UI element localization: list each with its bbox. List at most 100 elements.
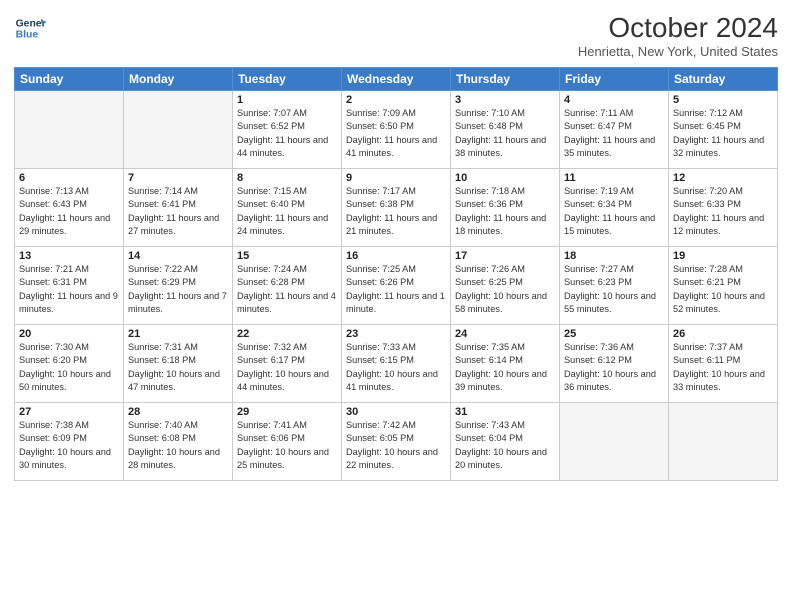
calendar-week-row: 1Sunrise: 7:07 AM Sunset: 6:52 PM Daylig… (15, 91, 778, 169)
day-info: Sunrise: 7:27 AM Sunset: 6:23 PM Dayligh… (564, 263, 664, 316)
day-info: Sunrise: 7:24 AM Sunset: 6:28 PM Dayligh… (237, 263, 337, 316)
calendar-table: SundayMondayTuesdayWednesdayThursdayFrid… (14, 67, 778, 481)
day-info: Sunrise: 7:10 AM Sunset: 6:48 PM Dayligh… (455, 107, 555, 160)
calendar-cell: 6Sunrise: 7:13 AM Sunset: 6:43 PM Daylig… (15, 169, 124, 247)
calendar-cell: 17Sunrise: 7:26 AM Sunset: 6:25 PM Dayli… (451, 247, 560, 325)
title-section: October 2024 Henrietta, New York, United… (578, 12, 778, 59)
day-info: Sunrise: 7:15 AM Sunset: 6:40 PM Dayligh… (237, 185, 337, 238)
day-number: 10 (455, 172, 555, 184)
calendar-cell: 12Sunrise: 7:20 AM Sunset: 6:33 PM Dayli… (669, 169, 778, 247)
day-info: Sunrise: 7:38 AM Sunset: 6:09 PM Dayligh… (19, 419, 119, 472)
day-info: Sunrise: 7:25 AM Sunset: 6:26 PM Dayligh… (346, 263, 446, 316)
location-subtitle: Henrietta, New York, United States (578, 44, 778, 59)
calendar-cell: 19Sunrise: 7:28 AM Sunset: 6:21 PM Dayli… (669, 247, 778, 325)
day-info: Sunrise: 7:17 AM Sunset: 6:38 PM Dayligh… (346, 185, 446, 238)
day-info: Sunrise: 7:21 AM Sunset: 6:31 PM Dayligh… (19, 263, 119, 316)
calendar-day-header: Sunday (15, 68, 124, 91)
day-number: 29 (237, 406, 337, 418)
day-info: Sunrise: 7:30 AM Sunset: 6:20 PM Dayligh… (19, 341, 119, 394)
day-info: Sunrise: 7:09 AM Sunset: 6:50 PM Dayligh… (346, 107, 446, 160)
calendar-week-row: 6Sunrise: 7:13 AM Sunset: 6:43 PM Daylig… (15, 169, 778, 247)
day-number: 19 (673, 250, 773, 262)
day-number: 22 (237, 328, 337, 340)
header: General Blue October 2024 Henrietta, New… (14, 12, 778, 59)
day-number: 9 (346, 172, 446, 184)
day-number: 5 (673, 94, 773, 106)
calendar-day-header: Thursday (451, 68, 560, 91)
day-number: 27 (19, 406, 119, 418)
day-number: 18 (564, 250, 664, 262)
calendar-day-header: Saturday (669, 68, 778, 91)
day-number: 17 (455, 250, 555, 262)
day-number: 15 (237, 250, 337, 262)
calendar-cell: 9Sunrise: 7:17 AM Sunset: 6:38 PM Daylig… (342, 169, 451, 247)
day-number: 13 (19, 250, 119, 262)
logo: General Blue (14, 12, 46, 44)
day-info: Sunrise: 7:20 AM Sunset: 6:33 PM Dayligh… (673, 185, 773, 238)
svg-text:Blue: Blue (16, 30, 39, 41)
day-number: 16 (346, 250, 446, 262)
day-info: Sunrise: 7:42 AM Sunset: 6:05 PM Dayligh… (346, 419, 446, 472)
day-info: Sunrise: 7:41 AM Sunset: 6:06 PM Dayligh… (237, 419, 337, 472)
calendar-cell: 24Sunrise: 7:35 AM Sunset: 6:14 PM Dayli… (451, 325, 560, 403)
calendar-week-row: 27Sunrise: 7:38 AM Sunset: 6:09 PM Dayli… (15, 403, 778, 481)
day-number: 25 (564, 328, 664, 340)
day-number: 30 (346, 406, 446, 418)
calendar-cell (15, 91, 124, 169)
calendar-cell: 3Sunrise: 7:10 AM Sunset: 6:48 PM Daylig… (451, 91, 560, 169)
day-info: Sunrise: 7:40 AM Sunset: 6:08 PM Dayligh… (128, 419, 228, 472)
day-number: 31 (455, 406, 555, 418)
calendar-cell: 25Sunrise: 7:36 AM Sunset: 6:12 PM Dayli… (560, 325, 669, 403)
calendar-header-row: SundayMondayTuesdayWednesdayThursdayFrid… (15, 68, 778, 91)
calendar-cell: 2Sunrise: 7:09 AM Sunset: 6:50 PM Daylig… (342, 91, 451, 169)
day-number: 8 (237, 172, 337, 184)
calendar-week-row: 20Sunrise: 7:30 AM Sunset: 6:20 PM Dayli… (15, 325, 778, 403)
day-info: Sunrise: 7:28 AM Sunset: 6:21 PM Dayligh… (673, 263, 773, 316)
day-info: Sunrise: 7:26 AM Sunset: 6:25 PM Dayligh… (455, 263, 555, 316)
month-title: October 2024 (578, 12, 778, 44)
calendar-cell: 28Sunrise: 7:40 AM Sunset: 6:08 PM Dayli… (124, 403, 233, 481)
day-number: 6 (19, 172, 119, 184)
calendar-cell: 11Sunrise: 7:19 AM Sunset: 6:34 PM Dayli… (560, 169, 669, 247)
day-info: Sunrise: 7:36 AM Sunset: 6:12 PM Dayligh… (564, 341, 664, 394)
calendar-cell: 7Sunrise: 7:14 AM Sunset: 6:41 PM Daylig… (124, 169, 233, 247)
calendar-week-row: 13Sunrise: 7:21 AM Sunset: 6:31 PM Dayli… (15, 247, 778, 325)
day-number: 21 (128, 328, 228, 340)
day-info: Sunrise: 7:31 AM Sunset: 6:18 PM Dayligh… (128, 341, 228, 394)
page: General Blue October 2024 Henrietta, New… (0, 0, 792, 612)
day-info: Sunrise: 7:43 AM Sunset: 6:04 PM Dayligh… (455, 419, 555, 472)
calendar-cell: 8Sunrise: 7:15 AM Sunset: 6:40 PM Daylig… (233, 169, 342, 247)
calendar-day-header: Tuesday (233, 68, 342, 91)
calendar-cell: 13Sunrise: 7:21 AM Sunset: 6:31 PM Dayli… (15, 247, 124, 325)
calendar-day-header: Monday (124, 68, 233, 91)
calendar-cell: 15Sunrise: 7:24 AM Sunset: 6:28 PM Dayli… (233, 247, 342, 325)
calendar-cell (124, 91, 233, 169)
day-info: Sunrise: 7:07 AM Sunset: 6:52 PM Dayligh… (237, 107, 337, 160)
calendar-cell: 23Sunrise: 7:33 AM Sunset: 6:15 PM Dayli… (342, 325, 451, 403)
calendar-cell: 26Sunrise: 7:37 AM Sunset: 6:11 PM Dayli… (669, 325, 778, 403)
calendar-cell: 27Sunrise: 7:38 AM Sunset: 6:09 PM Dayli… (15, 403, 124, 481)
day-number: 3 (455, 94, 555, 106)
calendar-day-header: Friday (560, 68, 669, 91)
calendar-cell: 21Sunrise: 7:31 AM Sunset: 6:18 PM Dayli… (124, 325, 233, 403)
day-info: Sunrise: 7:14 AM Sunset: 6:41 PM Dayligh… (128, 185, 228, 238)
calendar-cell: 22Sunrise: 7:32 AM Sunset: 6:17 PM Dayli… (233, 325, 342, 403)
calendar-cell: 10Sunrise: 7:18 AM Sunset: 6:36 PM Dayli… (451, 169, 560, 247)
calendar-cell: 20Sunrise: 7:30 AM Sunset: 6:20 PM Dayli… (15, 325, 124, 403)
day-info: Sunrise: 7:11 AM Sunset: 6:47 PM Dayligh… (564, 107, 664, 160)
day-info: Sunrise: 7:19 AM Sunset: 6:34 PM Dayligh… (564, 185, 664, 238)
day-number: 14 (128, 250, 228, 262)
day-number: 1 (237, 94, 337, 106)
day-info: Sunrise: 7:37 AM Sunset: 6:11 PM Dayligh… (673, 341, 773, 394)
day-number: 12 (673, 172, 773, 184)
day-number: 24 (455, 328, 555, 340)
calendar-cell: 5Sunrise: 7:12 AM Sunset: 6:45 PM Daylig… (669, 91, 778, 169)
logo-icon: General Blue (14, 12, 46, 44)
calendar-cell (560, 403, 669, 481)
day-number: 2 (346, 94, 446, 106)
day-number: 28 (128, 406, 228, 418)
day-info: Sunrise: 7:22 AM Sunset: 6:29 PM Dayligh… (128, 263, 228, 316)
calendar-cell: 30Sunrise: 7:42 AM Sunset: 6:05 PM Dayli… (342, 403, 451, 481)
calendar-cell: 16Sunrise: 7:25 AM Sunset: 6:26 PM Dayli… (342, 247, 451, 325)
day-info: Sunrise: 7:18 AM Sunset: 6:36 PM Dayligh… (455, 185, 555, 238)
